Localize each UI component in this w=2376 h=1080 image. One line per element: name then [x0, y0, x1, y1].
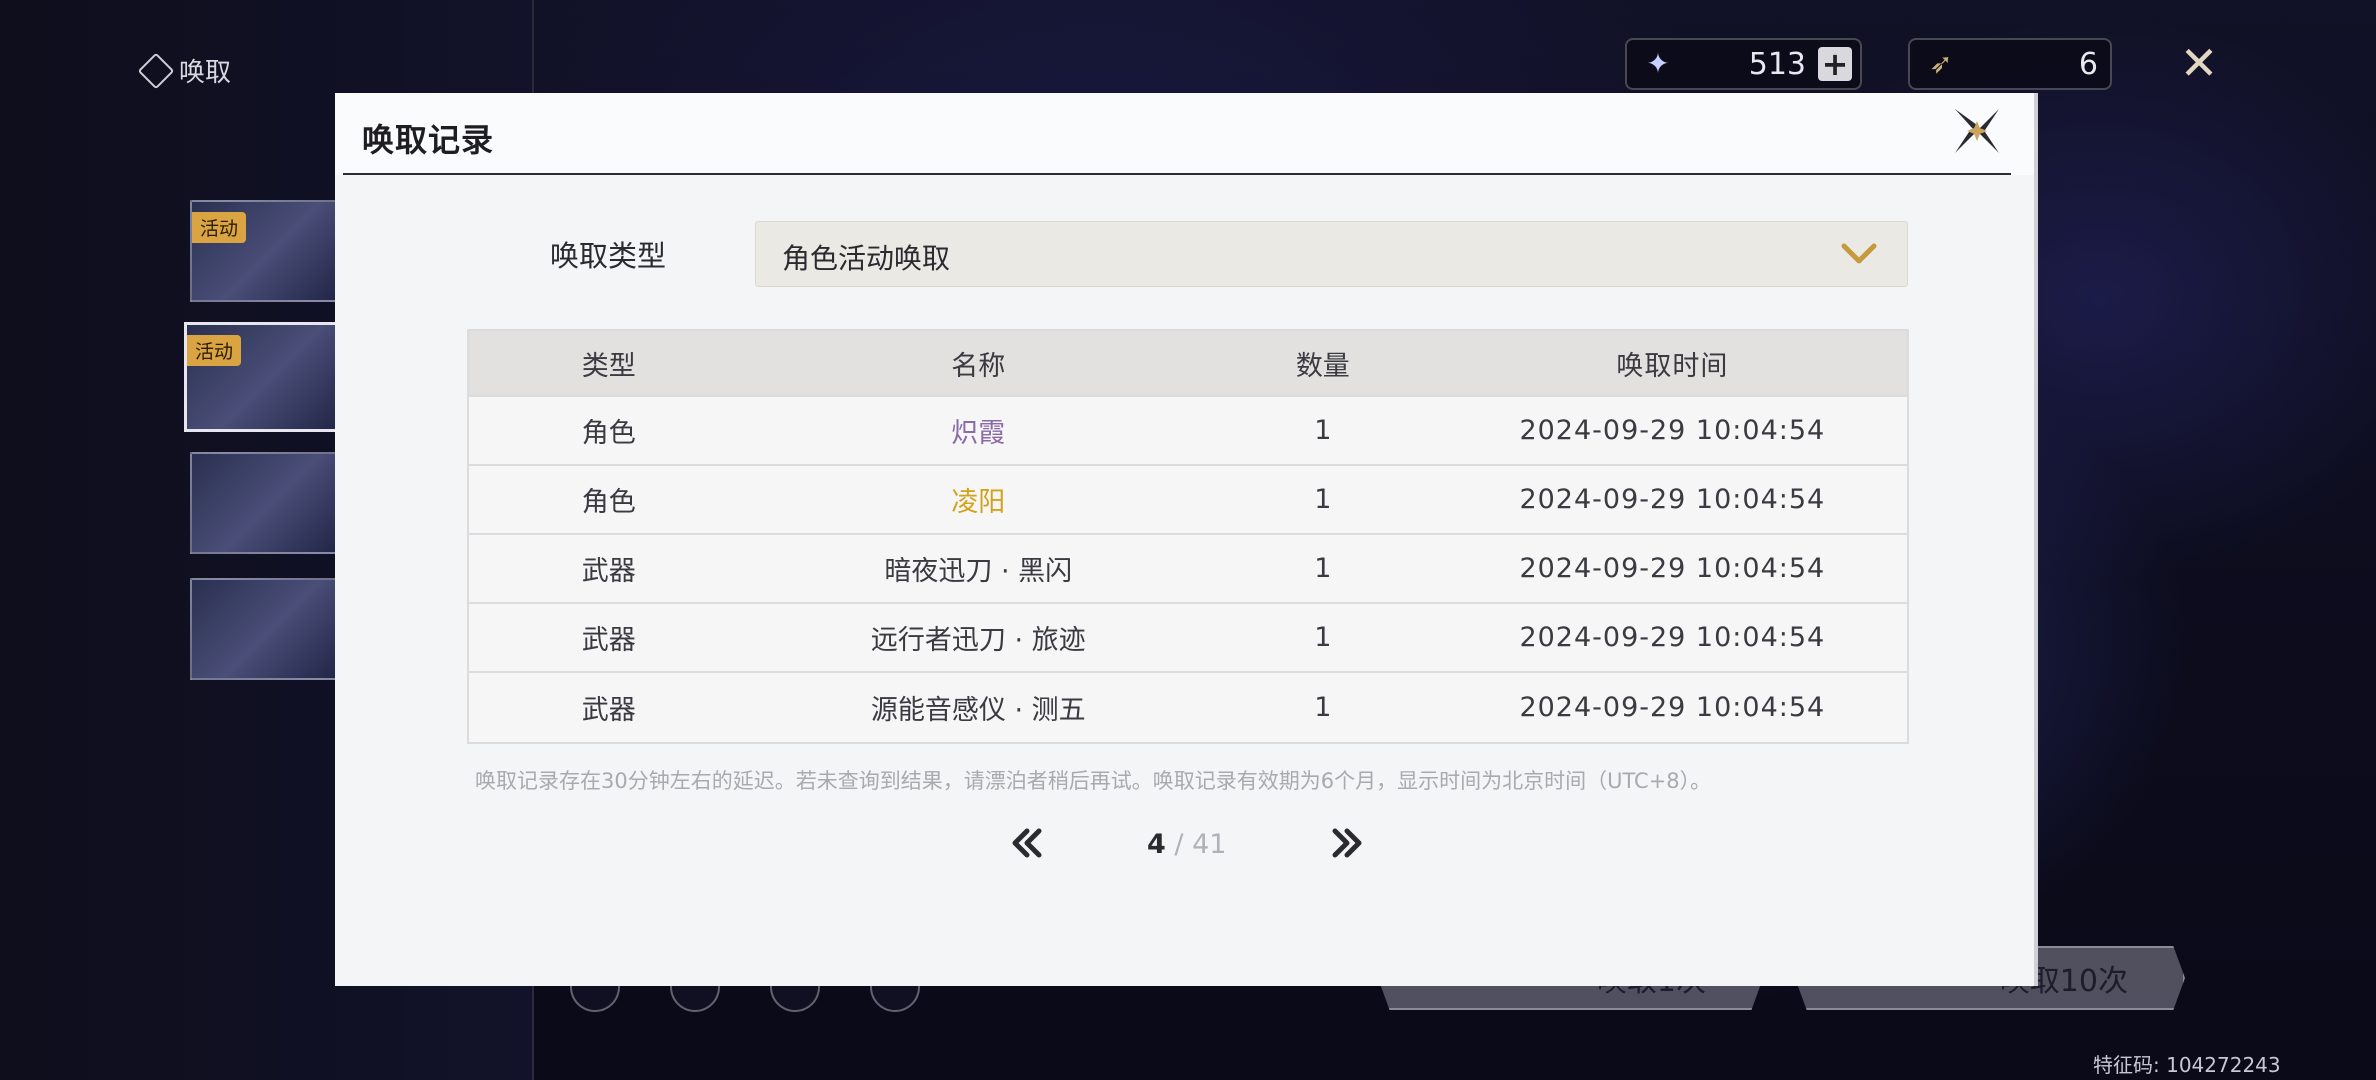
page-total: 41	[1192, 829, 1227, 860]
chevron-down-icon	[1841, 243, 1877, 264]
nav-title-text: 唤取	[179, 58, 232, 88]
convene-type-value: 角色活动唤取	[782, 242, 951, 275]
astrite-icon: ✦	[1646, 47, 1670, 80]
banner-tag: 活动	[187, 335, 242, 366]
col-header-time: 唤取时间	[1616, 350, 1729, 382]
radiant-tide-value: 6	[2078, 46, 2098, 82]
col-header-count: 数量	[1295, 350, 1350, 382]
cell-name: 远行者迅刀 · 旅迹	[870, 625, 1086, 656]
convene-type-label: 唤取类型	[550, 239, 667, 273]
table-row: 角色 炽霞 1 2024-09-29 10:04:54	[469, 397, 1907, 466]
page-separator: /	[1165, 829, 1193, 860]
table-header-row: 类型 名称 数量 唤取时间	[469, 331, 1907, 397]
banner-thumb-2[interactable]: 活动	[184, 322, 358, 432]
cell-time: 2024-09-29 10:04:54	[1519, 622, 1826, 653]
convene-history-modal: 唤取记录 唤取类型 角色活动唤取 类型 名称 数量 唤取时间 角色 炽霞 1 2…	[335, 93, 2038, 986]
astrite-value: 513	[1748, 46, 1806, 82]
banner-tag: 活动	[192, 212, 247, 243]
page-next-icon[interactable]	[1327, 823, 1367, 863]
cell-name: 炽霞	[951, 418, 1006, 449]
cell-count: 1	[1314, 692, 1332, 723]
modal-title: 唤取记录	[362, 121, 495, 159]
radiant-tide-icon: ➶	[1929, 47, 1953, 80]
cell-type: 武器	[581, 695, 636, 726]
add-astrite-button[interactable]: +	[1818, 47, 1852, 81]
radiant-tide-counter: ➶ 6	[1908, 38, 2112, 90]
modal-header: 唤取记录	[335, 93, 2038, 175]
page-prev-icon[interactable]	[1007, 823, 1047, 863]
table-row: 武器 暗夜迅刀 · 黑闪 1 2024-09-29 10:04:54	[469, 535, 1907, 604]
pagination: 4 / 41	[335, 819, 2038, 869]
history-table: 类型 名称 数量 唤取时间 角色 炽霞 1 2024-09-29 10:04:5…	[467, 329, 1909, 744]
close-icon[interactable]: ✕	[2176, 40, 2222, 86]
cell-time: 2024-09-29 10:04:54	[1519, 415, 1826, 446]
nav-title: 唤取	[137, 52, 232, 89]
cell-time: 2024-09-29 10:04:54	[1519, 692, 1826, 723]
table-row: 武器 源能音感仪 · 测五 1 2024-09-29 10:04:54	[469, 673, 1907, 742]
col-header-type: 类型	[581, 350, 636, 382]
feature-code: 特征码: 104272243	[2093, 1053, 2281, 1077]
astrite-counter: ✦ 513 +	[1625, 38, 1862, 90]
cell-type: 武器	[581, 556, 636, 587]
cell-count: 1	[1314, 484, 1332, 515]
table-row: 角色 凌阳 1 2024-09-29 10:04:54	[469, 466, 1907, 535]
cell-type: 武器	[581, 625, 636, 656]
convene-type-dropdown[interactable]: 角色活动唤取	[755, 221, 1908, 287]
cell-time: 2024-09-29 10:04:54	[1519, 553, 1826, 584]
page-indicator: 4 / 41	[1147, 829, 1226, 860]
cell-type: 角色	[581, 418, 636, 449]
table-row: 武器 远行者迅刀 · 旅迹 1 2024-09-29 10:04:54	[469, 604, 1907, 673]
header-divider	[343, 173, 2011, 175]
cell-time: 2024-09-29 10:04:54	[1519, 484, 1826, 515]
delay-notice: 唤取记录存在30分钟左右的延迟。若未查询到结果，请漂泊者稍后再试。唤取记录有效期…	[475, 769, 1712, 793]
cell-count: 1	[1314, 622, 1332, 653]
cell-name: 暗夜迅刀 · 黑闪	[884, 556, 1073, 587]
cell-name: 凌阳	[951, 487, 1006, 518]
banner-thumb-3[interactable]	[190, 452, 354, 554]
cell-count: 1	[1314, 415, 1332, 446]
cell-type: 角色	[581, 487, 636, 518]
banner-thumb-1[interactable]: 活动	[190, 200, 354, 302]
modal-edge	[2034, 93, 2038, 986]
modal-close-icon[interactable]	[1949, 103, 2005, 159]
banner-thumb-4[interactable]	[190, 578, 354, 680]
convene-icon	[137, 52, 175, 89]
page-current: 4	[1147, 829, 1166, 860]
cell-name: 源能音感仪 · 测五	[870, 695, 1086, 726]
cell-count: 1	[1314, 553, 1332, 584]
col-header-name: 名称	[951, 350, 1006, 382]
